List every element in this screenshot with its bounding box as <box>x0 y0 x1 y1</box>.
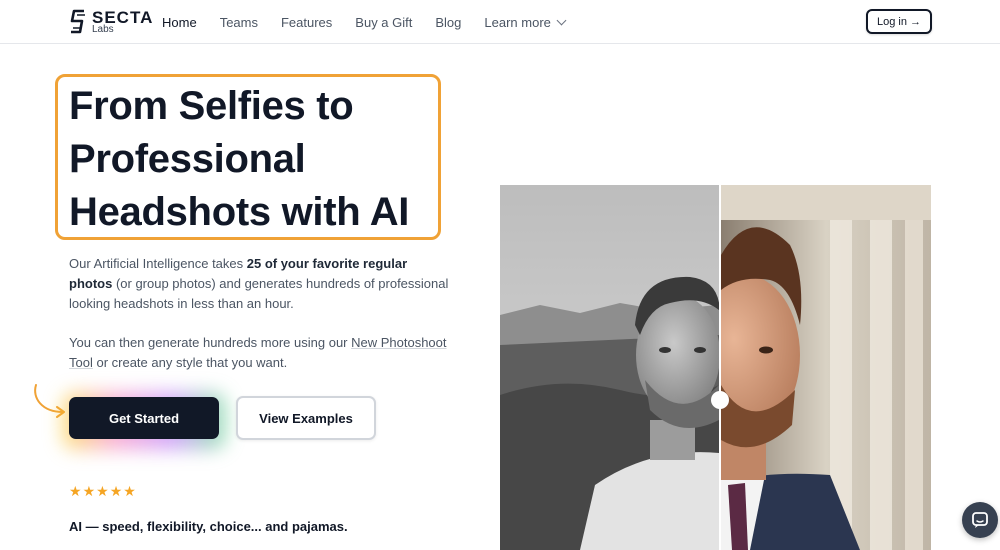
nav-links: Home Teams Features Buy a Gift Blog Lear… <box>162 0 588 44</box>
star-icon: ★ <box>82 483 96 499</box>
nav-learn-more[interactable]: Learn more <box>484 14 567 30</box>
chat-widget-button[interactable] <box>962 502 998 538</box>
compare-slider-handle[interactable] <box>711 391 729 409</box>
rating-stars: ★ ★ ★ ★ ★ <box>69 484 137 498</box>
chat-bubble-icon <box>972 512 988 528</box>
star-icon: ★ <box>109 483 123 499</box>
nav-features[interactable]: Features <box>281 15 332 30</box>
before-selfie-image <box>500 185 719 550</box>
desc-text: Our Artificial Intelligence takes <box>69 256 247 271</box>
hero-description-2: You can then generate hundreds more usin… <box>69 333 449 373</box>
star-icon: ★ <box>123 483 136 499</box>
desc-text-end: (or group photos) and generates hundreds… <box>69 276 449 311</box>
desc2-text: You can then generate hundreds more usin… <box>69 335 352 350</box>
brand-logo[interactable]: SECTA Labs <box>68 7 153 37</box>
hero-headline: From Selfies to Professional Headshots w… <box>69 84 410 234</box>
login-button[interactable]: Log in → <box>866 9 932 34</box>
top-navbar: SECTA Labs Home Teams Features Buy a Gif… <box>0 0 1000 44</box>
chevron-down-icon <box>556 15 567 25</box>
star-icon: ★ <box>69 483 82 499</box>
nav-learn-more-label: Learn more <box>484 14 551 30</box>
nav-blog[interactable]: Blog <box>435 15 461 30</box>
view-examples-button[interactable]: View Examples <box>236 396 376 440</box>
hero-tagline: AI — speed, flexibility, choice... and p… <box>69 519 348 534</box>
compare-divider[interactable] <box>719 185 721 550</box>
desc2-text-end: or create any style that you want. <box>92 355 288 370</box>
get-started-button[interactable]: Get Started <box>69 397 219 439</box>
after-headshot-image <box>721 185 931 550</box>
hero-description: Our Artificial Intelligence takes 25 of … <box>69 254 449 314</box>
nav-buy-a-gift[interactable]: Buy a Gift <box>355 15 412 30</box>
before-after-comparison[interactable] <box>500 185 931 550</box>
nav-teams[interactable]: Teams <box>220 15 258 30</box>
star-icon: ★ <box>96 483 109 499</box>
nav-home[interactable]: Home <box>162 15 197 30</box>
secta-s-logo-icon <box>70 9 85 34</box>
